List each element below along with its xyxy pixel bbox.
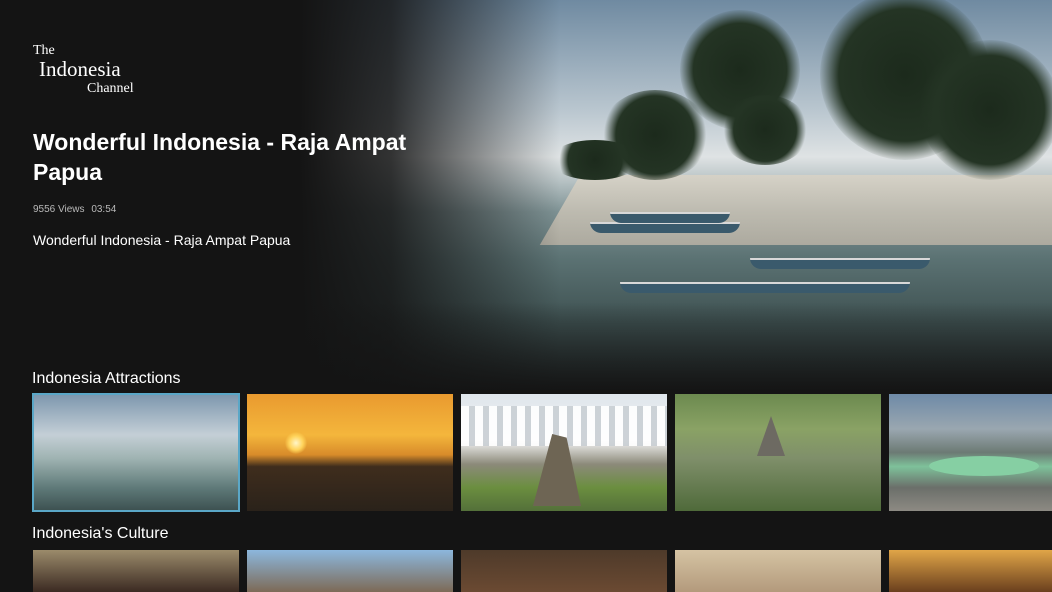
logo-line-2: Indonesia [39, 57, 121, 81]
row-attractions [32, 393, 1052, 512]
video-card[interactable] [675, 394, 881, 511]
video-card[interactable] [889, 550, 1052, 592]
logo-line-1: The [33, 43, 55, 58]
video-card[interactable] [247, 550, 453, 592]
logo-line-3: Channel [87, 81, 134, 96]
featured-meta: 9556 Views 03:54 [33, 204, 116, 215]
featured-hero [0, 0, 1052, 392]
row-title-culture: Indonesia's Culture [32, 525, 169, 542]
row-culture [33, 550, 1052, 592]
row-title-attractions: Indonesia Attractions [32, 370, 181, 387]
featured-title: Wonderful Indonesia - Raja Ampat Papua [33, 129, 407, 185]
video-card[interactable] [461, 394, 667, 511]
video-card[interactable] [247, 394, 453, 511]
video-card[interactable] [461, 550, 667, 592]
view-count: 9556 Views [33, 204, 85, 215]
video-card[interactable] [33, 550, 239, 592]
video-card[interactable] [675, 550, 881, 592]
channel-logo: The Indonesia Channel [33, 44, 153, 96]
video-card[interactable] [32, 393, 240, 512]
video-card[interactable] [889, 394, 1052, 511]
video-duration: 03:54 [91, 204, 117, 215]
featured-description: Wonderful Indonesia - Raja Ampat Papua [33, 232, 291, 248]
